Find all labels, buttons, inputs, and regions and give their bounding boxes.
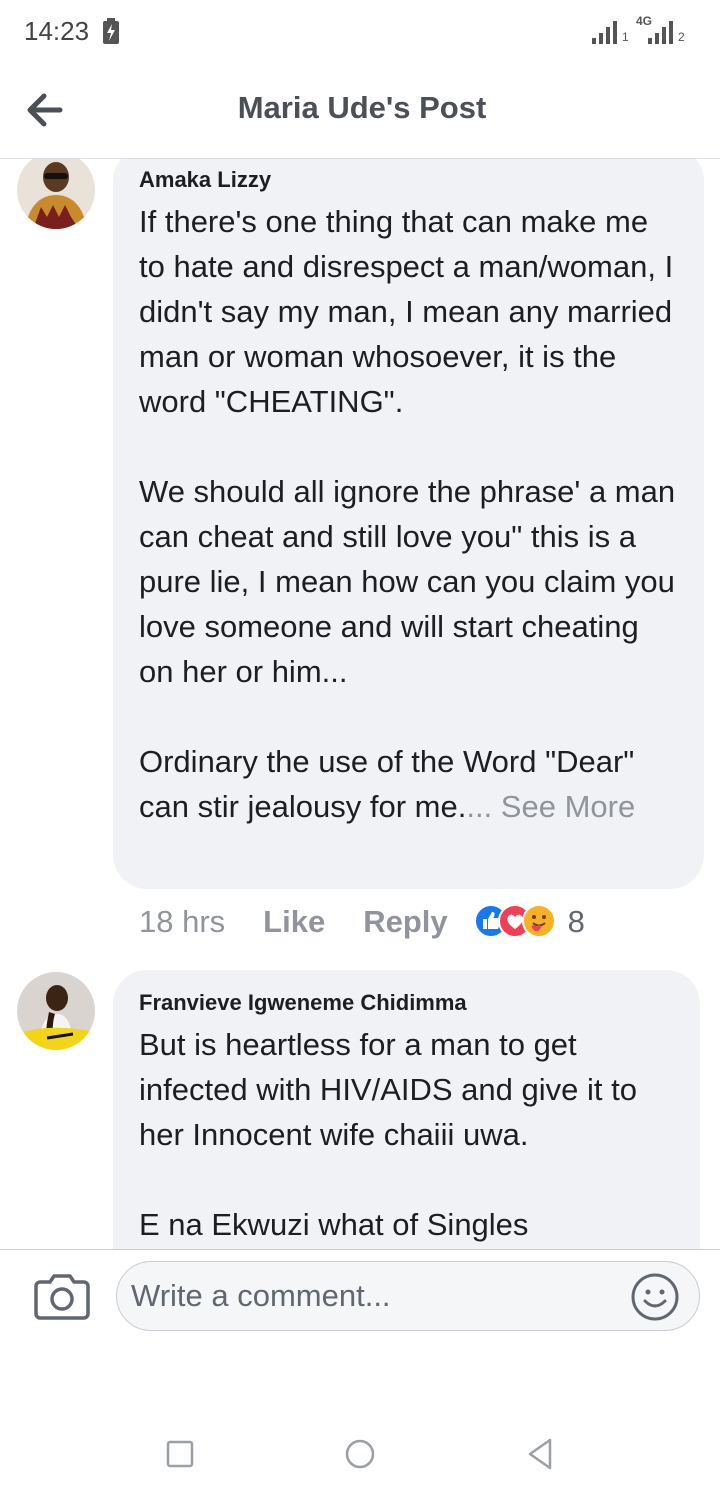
care-icon	[521, 904, 556, 938]
comment-actions: 18 hrs Like Reply 8	[139, 904, 585, 940]
comments-feed[interactable]: Amaka Lizzy If there's one thing that ca…	[0, 159, 720, 1249]
home-icon[interactable]	[340, 1434, 380, 1474]
comment-text: But is heartless for a man to get infect…	[139, 1022, 674, 1247]
avatar[interactable]	[17, 159, 95, 229]
status-bar: 14:23 1 4G 2	[0, 0, 720, 62]
reaction-icons[interactable]	[473, 904, 560, 940]
sim1-label: 1	[622, 30, 629, 44]
comment-paragraph: Ordinary the use of the Word "Dear" can …	[139, 739, 678, 829]
comment-paragraph: E na Ekwuzi what of Singles	[139, 1207, 529, 1242]
comment-input[interactable]	[116, 1261, 700, 1331]
comment-bubble[interactable]: Amaka Lizzy If there's one thing that ca…	[113, 159, 704, 889]
post-header: Maria Ude's Post	[0, 62, 720, 159]
comment-paragraph: But is heartless for a man to get infect…	[139, 1027, 637, 1152]
back-nav-icon[interactable]	[520, 1434, 560, 1474]
comment-author[interactable]: Amaka Lizzy	[139, 167, 678, 193]
comment-paragraph: We should all ignore the phrase' a man c…	[139, 474, 676, 689]
emoji-icon[interactable]	[630, 1272, 680, 1322]
reply-button[interactable]: Reply	[363, 904, 447, 940]
comment-author[interactable]: Franvieve Igweneme Chidimma	[139, 990, 674, 1016]
avatar[interactable]	[17, 972, 95, 1050]
signal-indicators: 1 4G 2	[592, 14, 702, 48]
recent-apps-icon[interactable]	[160, 1434, 200, 1474]
comment-bubble[interactable]: Franvieve Igweneme Chidimma But is heart…	[113, 970, 700, 1249]
system-nav-bar	[0, 1410, 720, 1494]
see-more-link[interactable]: ... See More	[466, 789, 635, 824]
comment-text: If there's one thing that can make me to…	[139, 199, 678, 829]
like-button[interactable]: Like	[263, 904, 325, 940]
reaction-count[interactable]: 8	[568, 904, 585, 940]
comment-timestamp: 18 hrs	[139, 904, 226, 939]
comment-composer	[0, 1249, 720, 1345]
status-time: 14:23	[24, 16, 90, 46]
battery-charging-icon	[103, 18, 119, 44]
comment-paragraph: If there's one thing that can make me to…	[139, 204, 674, 419]
camera-icon[interactable]	[34, 1272, 90, 1320]
page-title: Maria Ude's Post	[237, 90, 487, 125]
sim2-label: 2	[678, 30, 685, 44]
